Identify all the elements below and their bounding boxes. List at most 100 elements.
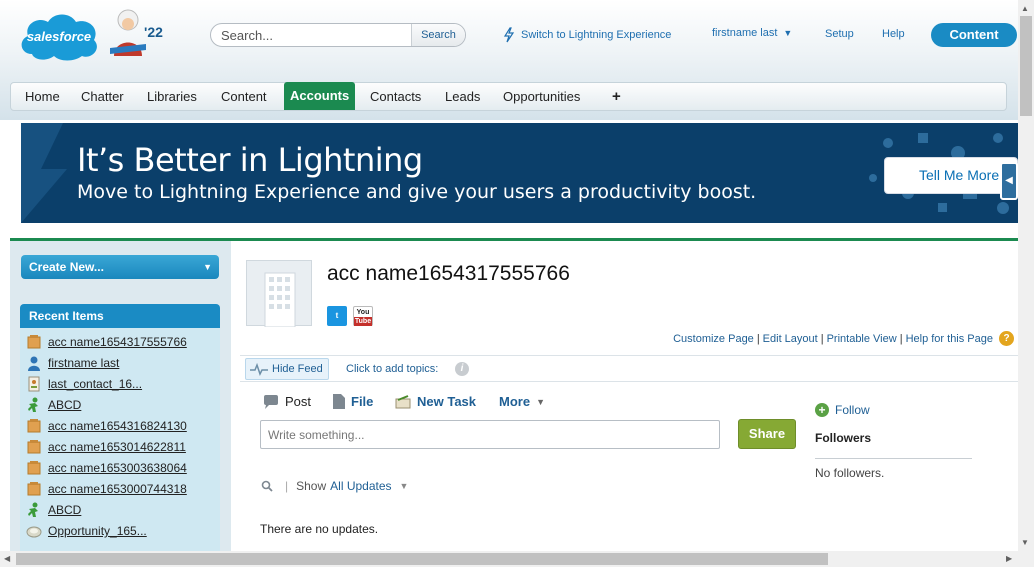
- create-new-label: Create New...: [29, 260, 104, 274]
- publisher-tab-label: Post: [285, 394, 312, 409]
- list-item[interactable]: acc name1654317555766: [26, 332, 187, 352]
- list-item[interactable]: acc name1653003638064: [26, 458, 187, 478]
- tab-leads[interactable]: Leads: [445, 83, 480, 110]
- tell-me-more-button[interactable]: Tell Me More: [884, 157, 1018, 194]
- printable-view-link[interactable]: Printable View: [827, 333, 897, 345]
- user-name: firstname last: [712, 27, 778, 39]
- release-mascot: '22: [108, 8, 170, 56]
- switch-lightning-link[interactable]: Switch to Lightning Experience: [503, 27, 671, 43]
- youtube-text-top: You: [356, 309, 370, 316]
- list-item[interactable]: ABCD: [26, 500, 81, 520]
- pulse-icon: [250, 362, 268, 376]
- publisher-tab-post[interactable]: Post: [263, 394, 311, 409]
- list-item[interactable]: acc name1653000744318: [26, 479, 187, 499]
- publisher-tab-file[interactable]: File: [333, 394, 373, 409]
- followers-title: Followers: [815, 431, 872, 445]
- publisher-tab-new-task[interactable]: New Task: [395, 394, 476, 409]
- post-input[interactable]: [260, 420, 720, 449]
- horizontal-scrollbar[interactable]: ◀ ▶: [0, 551, 1034, 567]
- campaign-icon: [28, 397, 38, 412]
- salesforce-logo[interactable]: salesforce: [18, 10, 100, 62]
- app-menu-button[interactable]: Content: [931, 23, 1017, 47]
- account-icon: [27, 419, 41, 433]
- tab-accounts[interactable]: Accounts: [284, 82, 356, 110]
- social-links: t You Tube: [327, 306, 373, 326]
- hide-feed-label: Hide Feed: [272, 363, 323, 375]
- feed-filter-row: | Show All Updates ▼: [261, 479, 408, 493]
- publisher-tab-label: File: [351, 394, 374, 409]
- search-box: Search: [210, 23, 466, 47]
- search-icon[interactable]: [261, 480, 273, 492]
- share-button[interactable]: Share: [738, 419, 796, 449]
- divider: |: [899, 332, 903, 345]
- tab-home[interactable]: Home: [25, 83, 60, 110]
- recent-item-label: acc name1653014622811: [48, 440, 186, 454]
- page-title: acc name1654317555766: [327, 262, 570, 285]
- info-icon[interactable]: i: [455, 362, 469, 376]
- list-item[interactable]: last_contact_16...: [26, 374, 142, 394]
- task-icon: [395, 394, 411, 408]
- recent-items-title: Recent Items: [20, 304, 220, 328]
- file-icon: [333, 394, 345, 409]
- help-link[interactable]: Help: [882, 28, 905, 40]
- divider: |: [285, 479, 289, 493]
- scrollbar-thumb[interactable]: [1020, 16, 1032, 116]
- tab-content[interactable]: Content: [221, 83, 267, 110]
- twitter-icon[interactable]: t: [327, 306, 347, 326]
- scroll-right-arrow-icon[interactable]: ▶: [1006, 554, 1012, 563]
- release-badge: '22: [144, 24, 163, 40]
- scroll-left-arrow-icon[interactable]: ◀: [4, 554, 10, 563]
- list-item[interactable]: acc name1654316824130: [26, 416, 187, 436]
- lightning-bolt-icon: [503, 27, 515, 43]
- list-item[interactable]: Opportunity_165...: [26, 521, 147, 541]
- tab-libraries[interactable]: Libraries: [147, 83, 197, 110]
- empty-feed-message: There are no updates.: [260, 522, 379, 536]
- feed-toolbar: Hide Feed Click to add topics: i: [240, 355, 1018, 382]
- recent-item-label: acc name1654316824130: [48, 419, 187, 433]
- no-followers-message: No followers.: [815, 466, 885, 480]
- banner-subtitle: Move to Lightning Experience and give yo…: [77, 181, 757, 203]
- account-icon: [27, 335, 41, 349]
- chevron-down-icon[interactable]: ▼: [400, 481, 409, 491]
- account-icon: [27, 461, 41, 475]
- vertical-scrollbar[interactable]: ▲ ▼: [1018, 0, 1034, 551]
- search-button[interactable]: Search: [411, 24, 465, 46]
- scrollbar-thumb[interactable]: [16, 553, 828, 565]
- publisher-tab-more[interactable]: More ▼: [499, 394, 545, 409]
- list-item[interactable]: firstname last: [26, 353, 119, 373]
- create-new-button[interactable]: Create New... ▼: [21, 255, 219, 279]
- building-icon: [264, 272, 296, 328]
- scroll-up-arrow-icon[interactable]: ▲: [1021, 4, 1029, 13]
- tab-contacts[interactable]: Contacts: [370, 83, 421, 110]
- switch-lightning-label: Switch to Lightning Experience: [521, 29, 672, 41]
- account-icon: [27, 440, 41, 454]
- scroll-down-arrow-icon[interactable]: ▼: [1021, 538, 1029, 547]
- show-label: Show: [296, 479, 327, 493]
- tab-bar: Home Chatter Libraries Content Accounts …: [10, 82, 1007, 111]
- recent-item-label: ABCD: [48, 503, 82, 517]
- follow-button[interactable]: + Follow: [815, 403, 870, 417]
- hide-feed-button[interactable]: Hide Feed: [245, 358, 329, 380]
- feed-filter-select[interactable]: All Updates: [330, 479, 391, 493]
- tab-opportunities[interactable]: Opportunities: [503, 83, 580, 110]
- search-input[interactable]: [211, 24, 413, 46]
- setup-link[interactable]: Setup: [825, 28, 854, 40]
- list-item[interactable]: acc name1653014622811: [26, 437, 186, 457]
- page-links: Customize Page | Edit Layout | Printable V…: [673, 331, 1014, 346]
- customize-page-link[interactable]: Customize Page: [673, 333, 754, 345]
- add-tab-plus-icon[interactable]: +: [612, 83, 621, 110]
- campaign-icon: [28, 502, 38, 517]
- help-page-link[interactable]: Help for this Page: [906, 333, 993, 345]
- divider: |: [756, 332, 760, 345]
- tab-chatter[interactable]: Chatter: [81, 83, 124, 110]
- twitter-glyph: t: [335, 311, 339, 320]
- add-topics-link[interactable]: Click to add topics:: [346, 363, 438, 375]
- youtube-icon[interactable]: You Tube: [353, 306, 373, 326]
- help-question-icon[interactable]: ?: [999, 331, 1014, 346]
- edit-layout-link[interactable]: Edit Layout: [763, 333, 818, 345]
- list-item[interactable]: ABCD: [26, 395, 81, 415]
- user-menu[interactable]: firstname last ▼: [712, 27, 792, 39]
- sidebar-collapse-chevron-left-icon[interactable]: ◀: [1000, 162, 1018, 200]
- logo-text: salesforce: [26, 28, 92, 44]
- youtube-text-bottom: Tube: [354, 317, 372, 326]
